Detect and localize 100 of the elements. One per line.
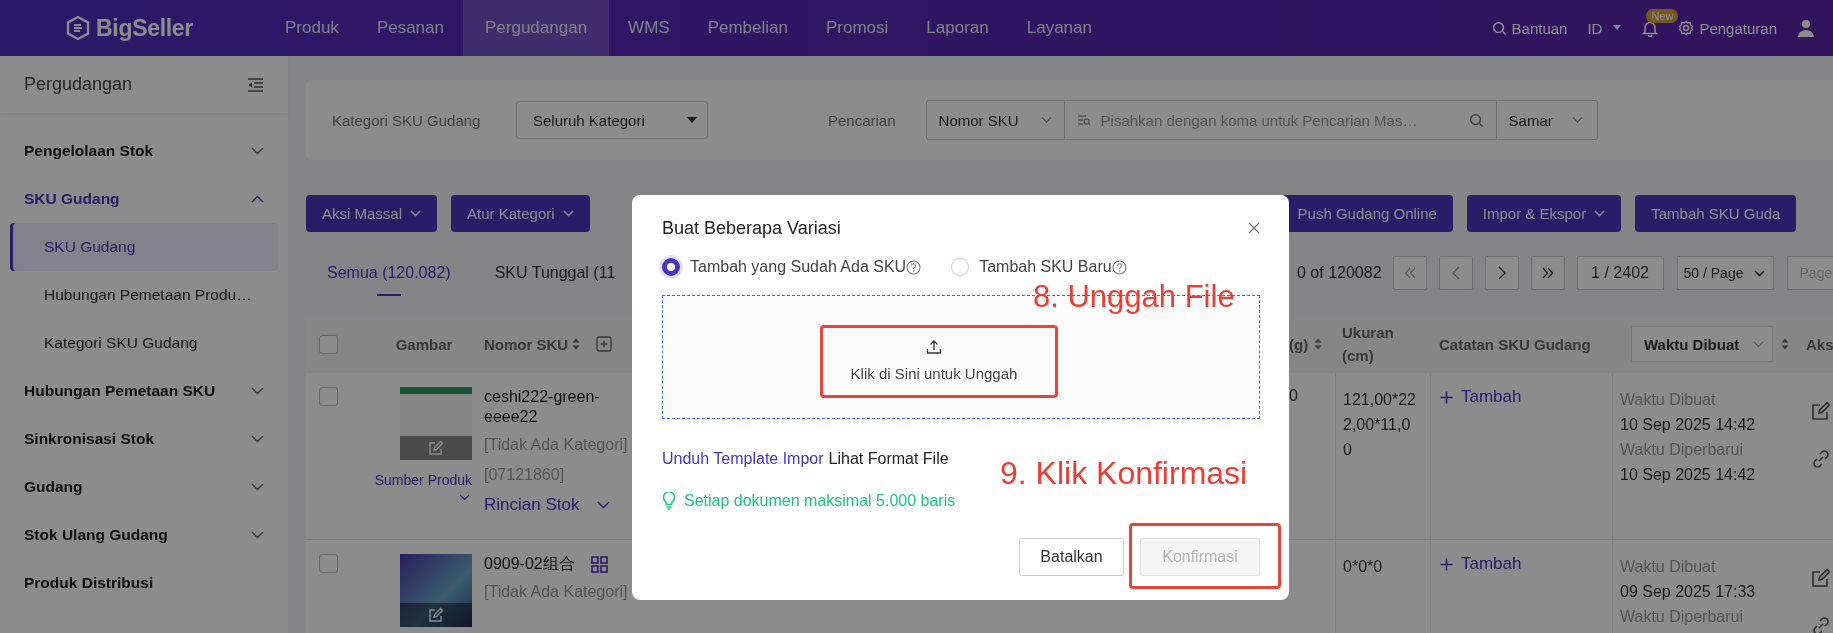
sort-icon[interactable]: [572, 338, 581, 350]
dialog-title: Buat Beberapa Variasi: [662, 217, 841, 239]
edit-icon[interactable]: [1811, 401, 1831, 421]
column-header[interactable]: (g): [1289, 335, 1309, 353]
view-format-link[interactable]: Lihat Format File: [828, 450, 949, 468]
time-label: Waktu Dibuat: [1620, 390, 1716, 410]
double-chevron-left-icon: [1403, 267, 1416, 279]
match-mode-select[interactable]: Samar: [1496, 101, 1597, 139]
last-page-button[interactable]: [1530, 256, 1565, 290]
toolbar-button[interactable]: Tambah SKU Guda: [1635, 195, 1797, 232]
time-label: Waktu Dibuat: [1620, 557, 1716, 577]
sidebar-subitem[interactable]: Kategori SKU Gudang: [10, 319, 278, 367]
weight-value: 0: [1289, 387, 1298, 404]
page-indicator: 1 / 2402: [1576, 256, 1664, 290]
product-source-link[interactable]: Sumber Produk: [374, 472, 472, 488]
toolbar-button[interactable]: Atur Kategori: [451, 195, 590, 232]
column-header[interactable]: Nomor SKU: [484, 335, 569, 353]
radio-option[interactable]: Tambah yang Sudah Ada SKU: [662, 258, 922, 276]
nav-item[interactable]: Produk: [266, 0, 358, 56]
sidebar-subitem[interactable]: Hubungan Pemetaan Produ…: [10, 271, 278, 319]
download-template-link[interactable]: Unduh Template Impor: [662, 450, 824, 468]
chevron-icon: [1753, 269, 1765, 277]
radio-button[interactable]: [662, 258, 680, 276]
sidebar-group[interactable]: Hubungan Pemetaan SKU: [0, 367, 288, 415]
close-icon[interactable]: [1248, 222, 1260, 234]
upload-icon: [926, 338, 942, 355]
next-page-button[interactable]: [1484, 256, 1519, 290]
sidebar-item[interactable]: Produk Distribusi: [0, 559, 288, 607]
nav-item[interactable]: Pembelian: [688, 0, 807, 56]
sidebar-subitem[interactable]: SKU Gudang: [10, 223, 278, 271]
sidebar-group[interactable]: Sinkronisasi Stok: [0, 415, 288, 463]
sku-number: 0909-02组合: [484, 554, 575, 574]
time-label: Waktu Diperbarui: [1620, 440, 1743, 460]
sort-field-select[interactable]: Waktu Dibuat: [1631, 326, 1773, 362]
sku-category: [Tidak Ada Kategori]: [484, 435, 628, 455]
pagination-range: 0 of 120082: [1297, 264, 1382, 282]
chevron-icon: [1753, 340, 1764, 348]
size-value: 121,00*222,00*11,00: [1343, 390, 1417, 460]
add-column-icon[interactable]: [596, 336, 613, 352]
search-icon[interactable]: [1468, 112, 1484, 128]
page-size-select[interactable]: 50 / Page: [1676, 256, 1774, 290]
double-chevron-right-icon: [1541, 267, 1554, 279]
sidebar-title: Pergudangan: [24, 74, 133, 95]
settings-link[interactable]: Pengaturan: [1678, 19, 1777, 37]
sidebar-group[interactable]: Pengelolaan Stok: [0, 127, 288, 175]
lightbulb-icon: [662, 492, 676, 510]
logo-text: BigSeller: [96, 14, 193, 42]
chevron-icon: [562, 210, 574, 217]
user-icon[interactable]: [1797, 19, 1815, 37]
nav-item[interactable]: Laporan: [907, 0, 1008, 56]
collapse-menu-icon[interactable]: [247, 77, 264, 92]
sku-code: [07121860]: [484, 465, 565, 485]
column-header: Ukuran (cm): [1342, 323, 1395, 366]
sort-icon[interactable]: [1314, 338, 1323, 350]
nav-item[interactable]: WMS: [609, 0, 689, 56]
sidebar-group[interactable]: Stok Ulang Gudang: [0, 511, 288, 559]
add-note-link[interactable]: Tambah: [1440, 387, 1612, 407]
toolbar-button[interactable]: Impor & Ekspor: [1466, 195, 1622, 232]
search-bar[interactable]: Nomor SKU Pisahkan dengan koma untuk Pencarian Mas… Samar: [925, 100, 1598, 140]
plus-icon: [1440, 390, 1453, 404]
new-badge: New: [1646, 8, 1679, 23]
search-field[interactable]: Pisahkan dengan koma untuk Pencarian Mas…: [1098, 110, 1461, 130]
cancel-button[interactable]: Batalkan: [1019, 538, 1124, 576]
search-field-select[interactable]: Nomor SKU: [926, 101, 1065, 139]
sku-category: [Tidak Ada Kategori]: [484, 582, 628, 602]
nav-item[interactable]: Promosi: [806, 0, 908, 56]
nav-item[interactable]: Layanan: [1007, 0, 1111, 56]
sort-icon[interactable]: [1781, 338, 1789, 350]
edit-icon[interactable]: [1811, 568, 1831, 588]
radio-option[interactable]: Tambah SKU Baru: [951, 258, 1127, 276]
checkbox[interactable]: [319, 554, 338, 573]
toolbar-button[interactable]: Aksi Massal: [306, 195, 438, 232]
time-value: 10 Sep 2025 14:42: [1620, 465, 1756, 485]
help-icon[interactable]: [906, 259, 922, 275]
checkbox[interactable]: [319, 334, 338, 354]
help-icon[interactable]: [1111, 259, 1127, 275]
help-link[interactable]: Bantuan: [1491, 19, 1568, 37]
sku-number: ceshi222-green-eeee22: [484, 387, 601, 427]
tab[interactable]: SKU Tunggal (11: [494, 245, 616, 301]
checkbox[interactable]: [319, 387, 338, 406]
sidebar-group[interactable]: Gudang: [0, 463, 288, 511]
category-select[interactable]: Seluruh Kategori: [516, 101, 708, 139]
link-icon[interactable]: [1811, 616, 1831, 633]
chevron-icon[interactable]: [459, 494, 470, 501]
link-icon[interactable]: [1811, 449, 1831, 469]
nav-item[interactable]: Pesanan: [357, 0, 463, 56]
edit-icon[interactable]: [428, 607, 444, 623]
notification-bell-icon[interactable]: [1642, 19, 1659, 37]
radio-label: Tambah yang Sudah Ada SKU: [690, 258, 907, 276]
chevron-icon: [597, 501, 611, 509]
language-selector[interactable]: ID: [1587, 19, 1623, 37]
size-value: 0*0*0: [1343, 557, 1384, 577]
sidebar-group[interactable]: SKU Gudang: [0, 175, 288, 223]
logo-icon: [66, 16, 90, 40]
radio-label: Tambah SKU Baru: [979, 258, 1112, 276]
stock-details-link[interactable]: Rincian Stok: [484, 495, 611, 515]
filter-label: Pencarian: [828, 111, 896, 129]
add-note-link[interactable]: Tambah: [1440, 554, 1612, 574]
upload-label: Klik di Sini untuk Unggah: [850, 364, 1018, 382]
edit-icon[interactable]: [428, 440, 444, 456]
